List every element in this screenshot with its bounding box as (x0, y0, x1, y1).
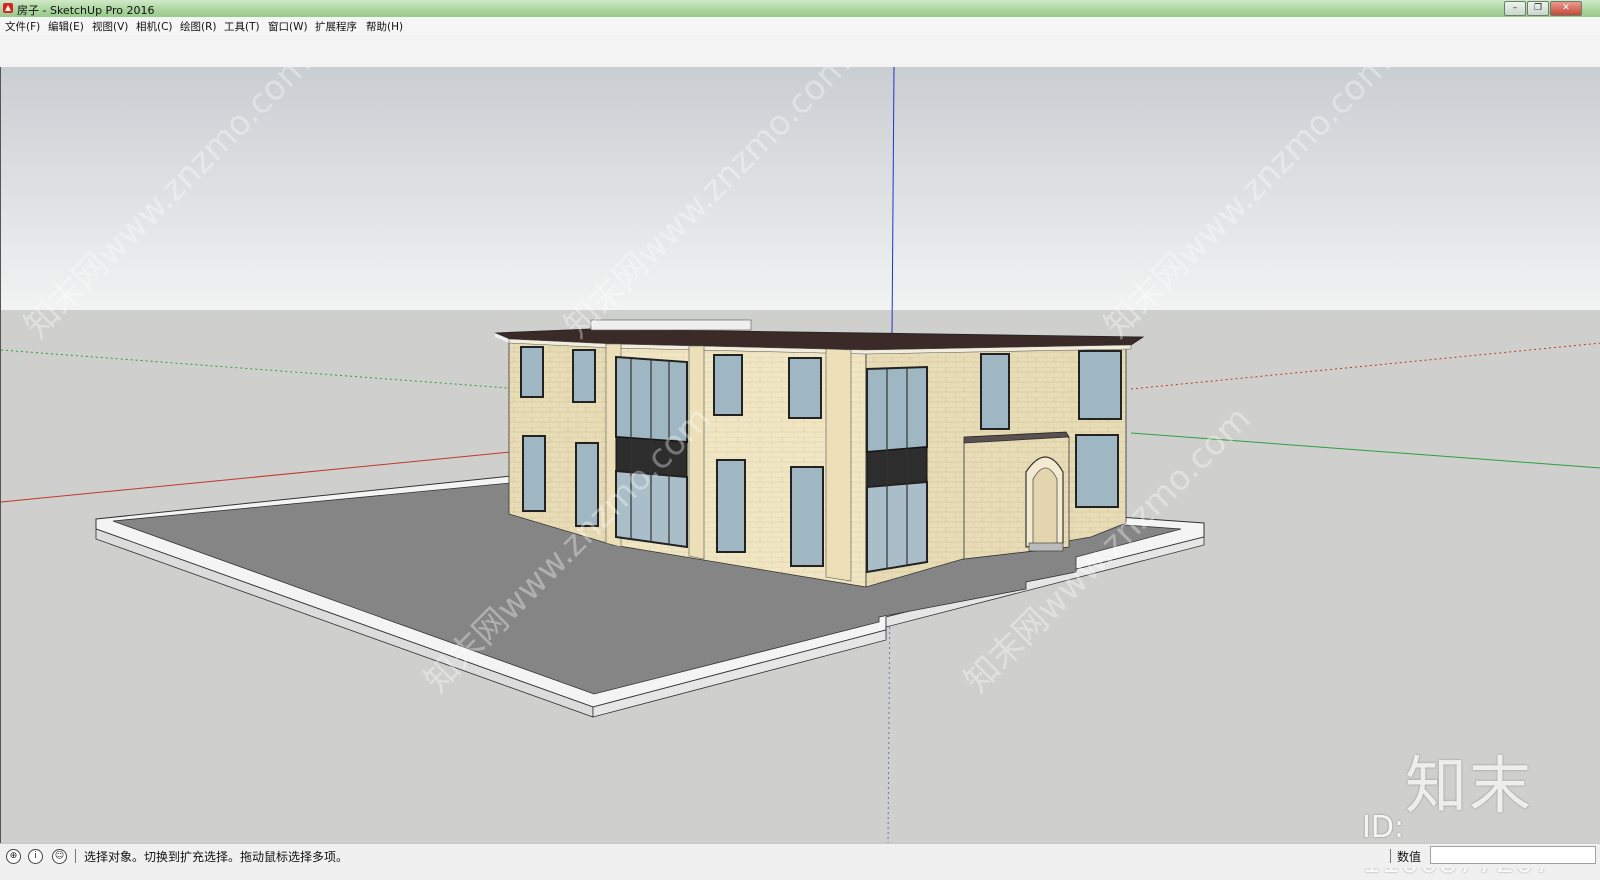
window-title: 房子 - SketchUp Pro 2016 (17, 4, 155, 17)
menu-camera[interactable]: 相机(C) (136, 19, 173, 34)
menu-edit[interactable]: 编辑(E) (48, 19, 84, 34)
minimize-button[interactable]: – (1504, 1, 1526, 16)
entry-steps (1028, 542, 1064, 552)
glass-bay-right-lower (866, 480, 928, 574)
divider (75, 849, 76, 863)
close-button[interactable]: ✕ (1550, 1, 1582, 16)
menu-bar: 文件(F) 编辑(E) 视图(V) 相机(C) 绘图(R) 工具(T) 窗口(W… (0, 17, 1600, 36)
model-viewport[interactable]: 知末网www.znzmo.com 知末网www.znzmo.com 知末网www… (0, 67, 1600, 843)
window (1078, 350, 1122, 420)
menu-view[interactable]: 视图(V) (92, 19, 128, 34)
user-icon[interactable]: ☺ (52, 849, 67, 864)
menu-help[interactable]: 帮助(H) (366, 19, 403, 34)
roof-parapet (590, 319, 752, 331)
menu-draw[interactable]: 绘图(R) (180, 19, 217, 34)
window (790, 466, 824, 567)
window (713, 354, 743, 416)
menu-tools[interactable]: 工具(T) (224, 19, 260, 34)
window (572, 349, 596, 403)
window (788, 357, 822, 419)
window (522, 435, 546, 512)
measurements-input[interactable] (1430, 846, 1596, 864)
menu-extensions[interactable]: 扩展程序 (315, 19, 357, 34)
sky-background (1, 67, 1600, 310)
window (1075, 434, 1119, 508)
window (716, 459, 746, 553)
window (520, 346, 544, 398)
status-bar: ⊕ i ☺ 选择对象。切换到扩充选择。拖动鼠标选择多项。 数值 (0, 843, 1600, 868)
restore-button[interactable]: ❐ (1527, 1, 1549, 16)
window (980, 353, 1010, 430)
info-icon[interactable]: i (28, 849, 43, 864)
sketchup-logo-icon (3, 3, 13, 13)
house-3d-model[interactable] (1, 67, 1600, 843)
glass-bay-right-upper (866, 365, 928, 454)
window (575, 442, 599, 527)
geo-location-icon[interactable]: ⊕ (6, 849, 21, 864)
menu-window[interactable]: 窗口(W) (268, 19, 308, 34)
divider (1390, 849, 1391, 863)
menu-file[interactable]: 文件(F) (5, 19, 40, 34)
status-message: 选择对象。切换到扩充选择。拖动鼠标选择多项。 (84, 850, 349, 864)
toolbar-area (0, 35, 1600, 68)
title-bar: 房子 - SketchUp Pro 2016 – ❐ ✕ (0, 0, 1600, 18)
measurements-label: 数值 (1397, 850, 1422, 864)
